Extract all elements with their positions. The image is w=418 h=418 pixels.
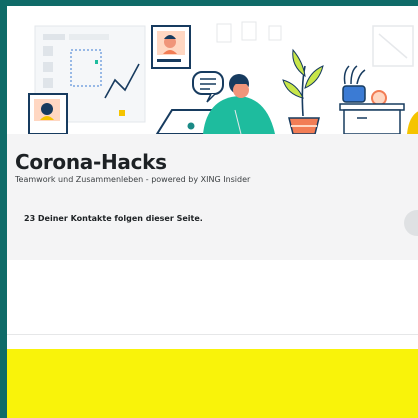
content-area [7, 260, 418, 335]
page-subtitle: Teamwork und Zusammenleben - powered by … [15, 175, 251, 184]
letter-icon [372, 25, 414, 67]
avatar-card-icon [28, 93, 68, 134]
avatar-card-icon [151, 25, 191, 69]
page-header: Corona-Hacks Teamwork und Zusammenleben … [7, 134, 418, 260]
chat-bubble-icon [192, 71, 224, 103]
contacts-following-text: 23 Deiner Kontakte folgen dieser Seite. [24, 214, 203, 223]
plant-icon [282, 48, 324, 134]
spacer [7, 335, 418, 349]
cover-banner [7, 6, 418, 134]
page-title: Corona-Hacks [15, 150, 167, 174]
promo-banner [7, 349, 418, 418]
follow-button[interactable] [404, 210, 418, 236]
clock-icon [339, 65, 418, 134]
page-frame: Corona-Hacks Teamwork und Zusammenleben … [7, 6, 418, 418]
